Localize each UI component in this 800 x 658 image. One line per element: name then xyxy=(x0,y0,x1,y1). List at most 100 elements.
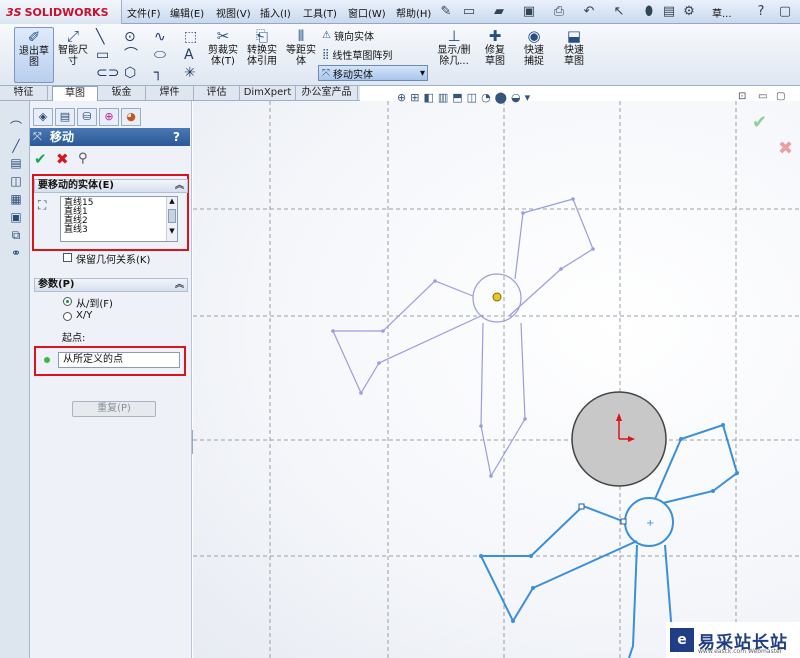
ellipse-tool-icon[interactable]: ⬭ xyxy=(154,48,166,62)
offset-entities-button[interactable]: ⫴ 等距实体 xyxy=(284,27,318,67)
list-scrollbar[interactable]: ▲ ▼ xyxy=(166,197,177,241)
property-manager-tab-icon[interactable]: ▤ xyxy=(55,108,75,126)
scroll-up-icon[interactable]: ▲ xyxy=(167,197,177,205)
quick-snaps-button[interactable]: ◉ 快速捕捉 xyxy=(516,27,552,67)
cancel-x-icon[interactable]: ✖ xyxy=(56,150,69,168)
tab-weldments[interactable]: 焊件 xyxy=(146,86,194,101)
sketch-line-icon[interactable]: ╱ xyxy=(8,138,24,154)
collapse-chevron-icon[interactable]: ︽ xyxy=(175,180,184,192)
pin-icon[interactable]: ✎ xyxy=(437,3,455,21)
display-delete-relations-button[interactable]: ⊥ 显示/删除几... xyxy=(432,27,476,67)
tab-office-products[interactable]: 办公室产品 xyxy=(296,86,358,101)
rectangle-tool-icon[interactable]: ▭ xyxy=(96,48,109,62)
entities-to-move-header[interactable]: 要移动的实体(E) ︽ xyxy=(34,179,188,193)
apply-scene-icon[interactable]: ◒ xyxy=(511,91,521,107)
tab-features[interactable]: 特征 xyxy=(0,86,48,101)
spline-tool-icon[interactable]: ∿ xyxy=(154,30,166,44)
options-gear-icon[interactable]: ⚙ xyxy=(680,3,698,21)
move-entities-button[interactable]: ⤧ 移动实体 ▾ xyxy=(318,65,428,81)
repair-sketch-button[interactable]: ✚ 修复草图 xyxy=(478,27,512,67)
arc-tool-icon[interactable]: ⌒ xyxy=(124,48,138,62)
menu-file[interactable]: 文件(F) xyxy=(127,5,161,20)
edit-appearance-icon[interactable]: ⬤ xyxy=(495,91,507,107)
save-icon-left[interactable]: ▣ xyxy=(8,209,24,225)
zoom-to-area-icon[interactable]: ⊞ xyxy=(410,91,419,107)
feature-tree-tab-icon[interactable]: ◈ xyxy=(33,108,53,126)
collapse-chevron-icon-2[interactable]: ︽ xyxy=(175,279,184,291)
point-tool-icon[interactable]: ✳ xyxy=(184,66,196,80)
circle-tool-icon[interactable]: ⊙ xyxy=(124,30,136,44)
grid-icon[interactable]: ⬚ xyxy=(184,30,197,44)
slot-tool-icon[interactable]: ⊂⊃ xyxy=(96,66,119,80)
trim-entities-button[interactable]: ✂ 剪裁实体(T) xyxy=(204,27,242,67)
linear-pattern-button[interactable]: ⣿ 线性草图阵列 xyxy=(322,47,392,62)
start-point-field[interactable]: 从所定义的点 xyxy=(58,352,180,368)
view-settings-icon[interactable]: ▾ xyxy=(525,91,531,107)
save-icon[interactable]: ▣ xyxy=(520,3,538,21)
view-orientation-icon[interactable]: ⬒ xyxy=(452,91,462,107)
rebuild-traffic-light-icon[interactable]: ⬮ xyxy=(640,3,658,21)
hide-show-items-icon[interactable]: ◔ xyxy=(481,91,491,107)
tab-sketch[interactable]: 草图 xyxy=(52,86,98,101)
line-tool-icon[interactable]: ╲ xyxy=(96,30,104,44)
menu-view[interactable]: 视图(V) xyxy=(216,5,251,20)
endpoint-handle[interactable] xyxy=(578,503,585,510)
document-icon[interactable]: ▤ xyxy=(8,155,24,171)
text-tool-icon[interactable]: A xyxy=(184,48,194,62)
help-question-icon-pm[interactable]: ? xyxy=(173,128,180,146)
xy-radio[interactable] xyxy=(63,312,72,321)
selected-blade-bottom[interactable] xyxy=(628,544,638,658)
section-view-icon[interactable]: ▥ xyxy=(438,91,448,107)
display-manager-tab-icon[interactable]: ◕ xyxy=(121,108,141,126)
window-tile-icon[interactable]: ⊡ xyxy=(738,91,746,102)
menu-tools[interactable]: 工具(T) xyxy=(303,5,337,20)
move-dropdown-icon[interactable]: ▾ xyxy=(420,68,427,79)
selected-blade-top[interactable] xyxy=(654,423,739,504)
menu-edit[interactable]: 编辑(E) xyxy=(170,5,204,20)
previous-view-icon[interactable]: ◧ xyxy=(423,91,433,107)
tab-dimxpert[interactable]: DimXpert xyxy=(240,86,296,101)
tab-sheet-metal[interactable]: 钣金 xyxy=(98,86,146,101)
dimension-icon[interactable]: ◫ xyxy=(8,173,24,189)
window-maximize-icon[interactable]: ▢ xyxy=(776,91,785,102)
entities-list[interactable]: 直线15 直线1 直线2 直线3 ▲ ▼ xyxy=(60,196,178,242)
configuration-tab-icon[interactable]: ⛁ xyxy=(77,108,97,126)
parameters-header[interactable]: 参数(P) ︽ xyxy=(34,278,188,292)
tangent-arc-icon[interactable]: ⌒ xyxy=(8,119,24,135)
relations-icon[interactable]: ▦ xyxy=(8,191,24,207)
confirm-corner-cancel-icon[interactable]: ✖ xyxy=(778,138,793,159)
keep-relations-checkbox[interactable] xyxy=(63,253,72,262)
fillet-tool-icon[interactable]: ┐ xyxy=(154,66,162,80)
menu-sketch-more[interactable]: 草... xyxy=(712,5,732,20)
dimxpert-tab-icon[interactable]: ⊕ xyxy=(99,108,119,126)
mirror-entities-button[interactable]: ⚠ 镜向实体 xyxy=(322,28,374,43)
arrange-icon[interactable]: ⧉ xyxy=(8,227,24,243)
repeat-button[interactable]: 重复(P) xyxy=(72,401,156,417)
list-item[interactable]: 直线3 xyxy=(61,226,177,235)
menu-window[interactable]: 窗口(W) xyxy=(348,5,386,20)
undo-icon[interactable]: ↶ xyxy=(580,3,598,21)
ok-checkmark-icon[interactable]: ✔ xyxy=(34,150,47,168)
display-style-icon[interactable]: ◫ xyxy=(467,91,477,107)
polygon-tool-icon[interactable]: ⬡ xyxy=(124,66,136,80)
menu-help[interactable]: 帮助(H) xyxy=(396,5,431,20)
endpoint-handle[interactable] xyxy=(620,518,627,525)
new-document-icon[interactable]: ▭ xyxy=(460,3,478,21)
convert-entities-button[interactable]: ⎗ 转换实体引用 xyxy=(244,27,280,67)
scroll-down-icon[interactable]: ▼ xyxy=(167,227,177,235)
from-to-radio[interactable] xyxy=(63,297,72,306)
exit-sketch-button[interactable]: ✐ 退出草图 xyxy=(14,27,54,83)
help-question-icon[interactable]: ? xyxy=(752,3,770,21)
tab-evaluate[interactable]: 评估 xyxy=(194,86,240,101)
smart-dimension-button[interactable]: ⤢ 智能尺寸 xyxy=(56,27,90,67)
zoom-to-fit-icon[interactable]: ⊕ xyxy=(397,91,406,107)
link-icon[interactable]: ⚭ xyxy=(8,245,24,261)
file-properties-icon[interactable]: ▤ xyxy=(660,3,678,21)
solidworks-logo[interactable]: 3S SOLIDWORKS xyxy=(0,0,122,24)
window-minimize-icon[interactable]: ▭ xyxy=(758,91,767,102)
open-folder-icon[interactable]: ▰ xyxy=(490,3,508,21)
scroll-thumb[interactable] xyxy=(168,209,176,223)
menu-insert[interactable]: 插入(I) xyxy=(260,5,291,20)
pushpin-icon[interactable]: ⚲ xyxy=(78,151,88,166)
confirm-corner-check-icon[interactable]: ✔ xyxy=(752,112,767,133)
